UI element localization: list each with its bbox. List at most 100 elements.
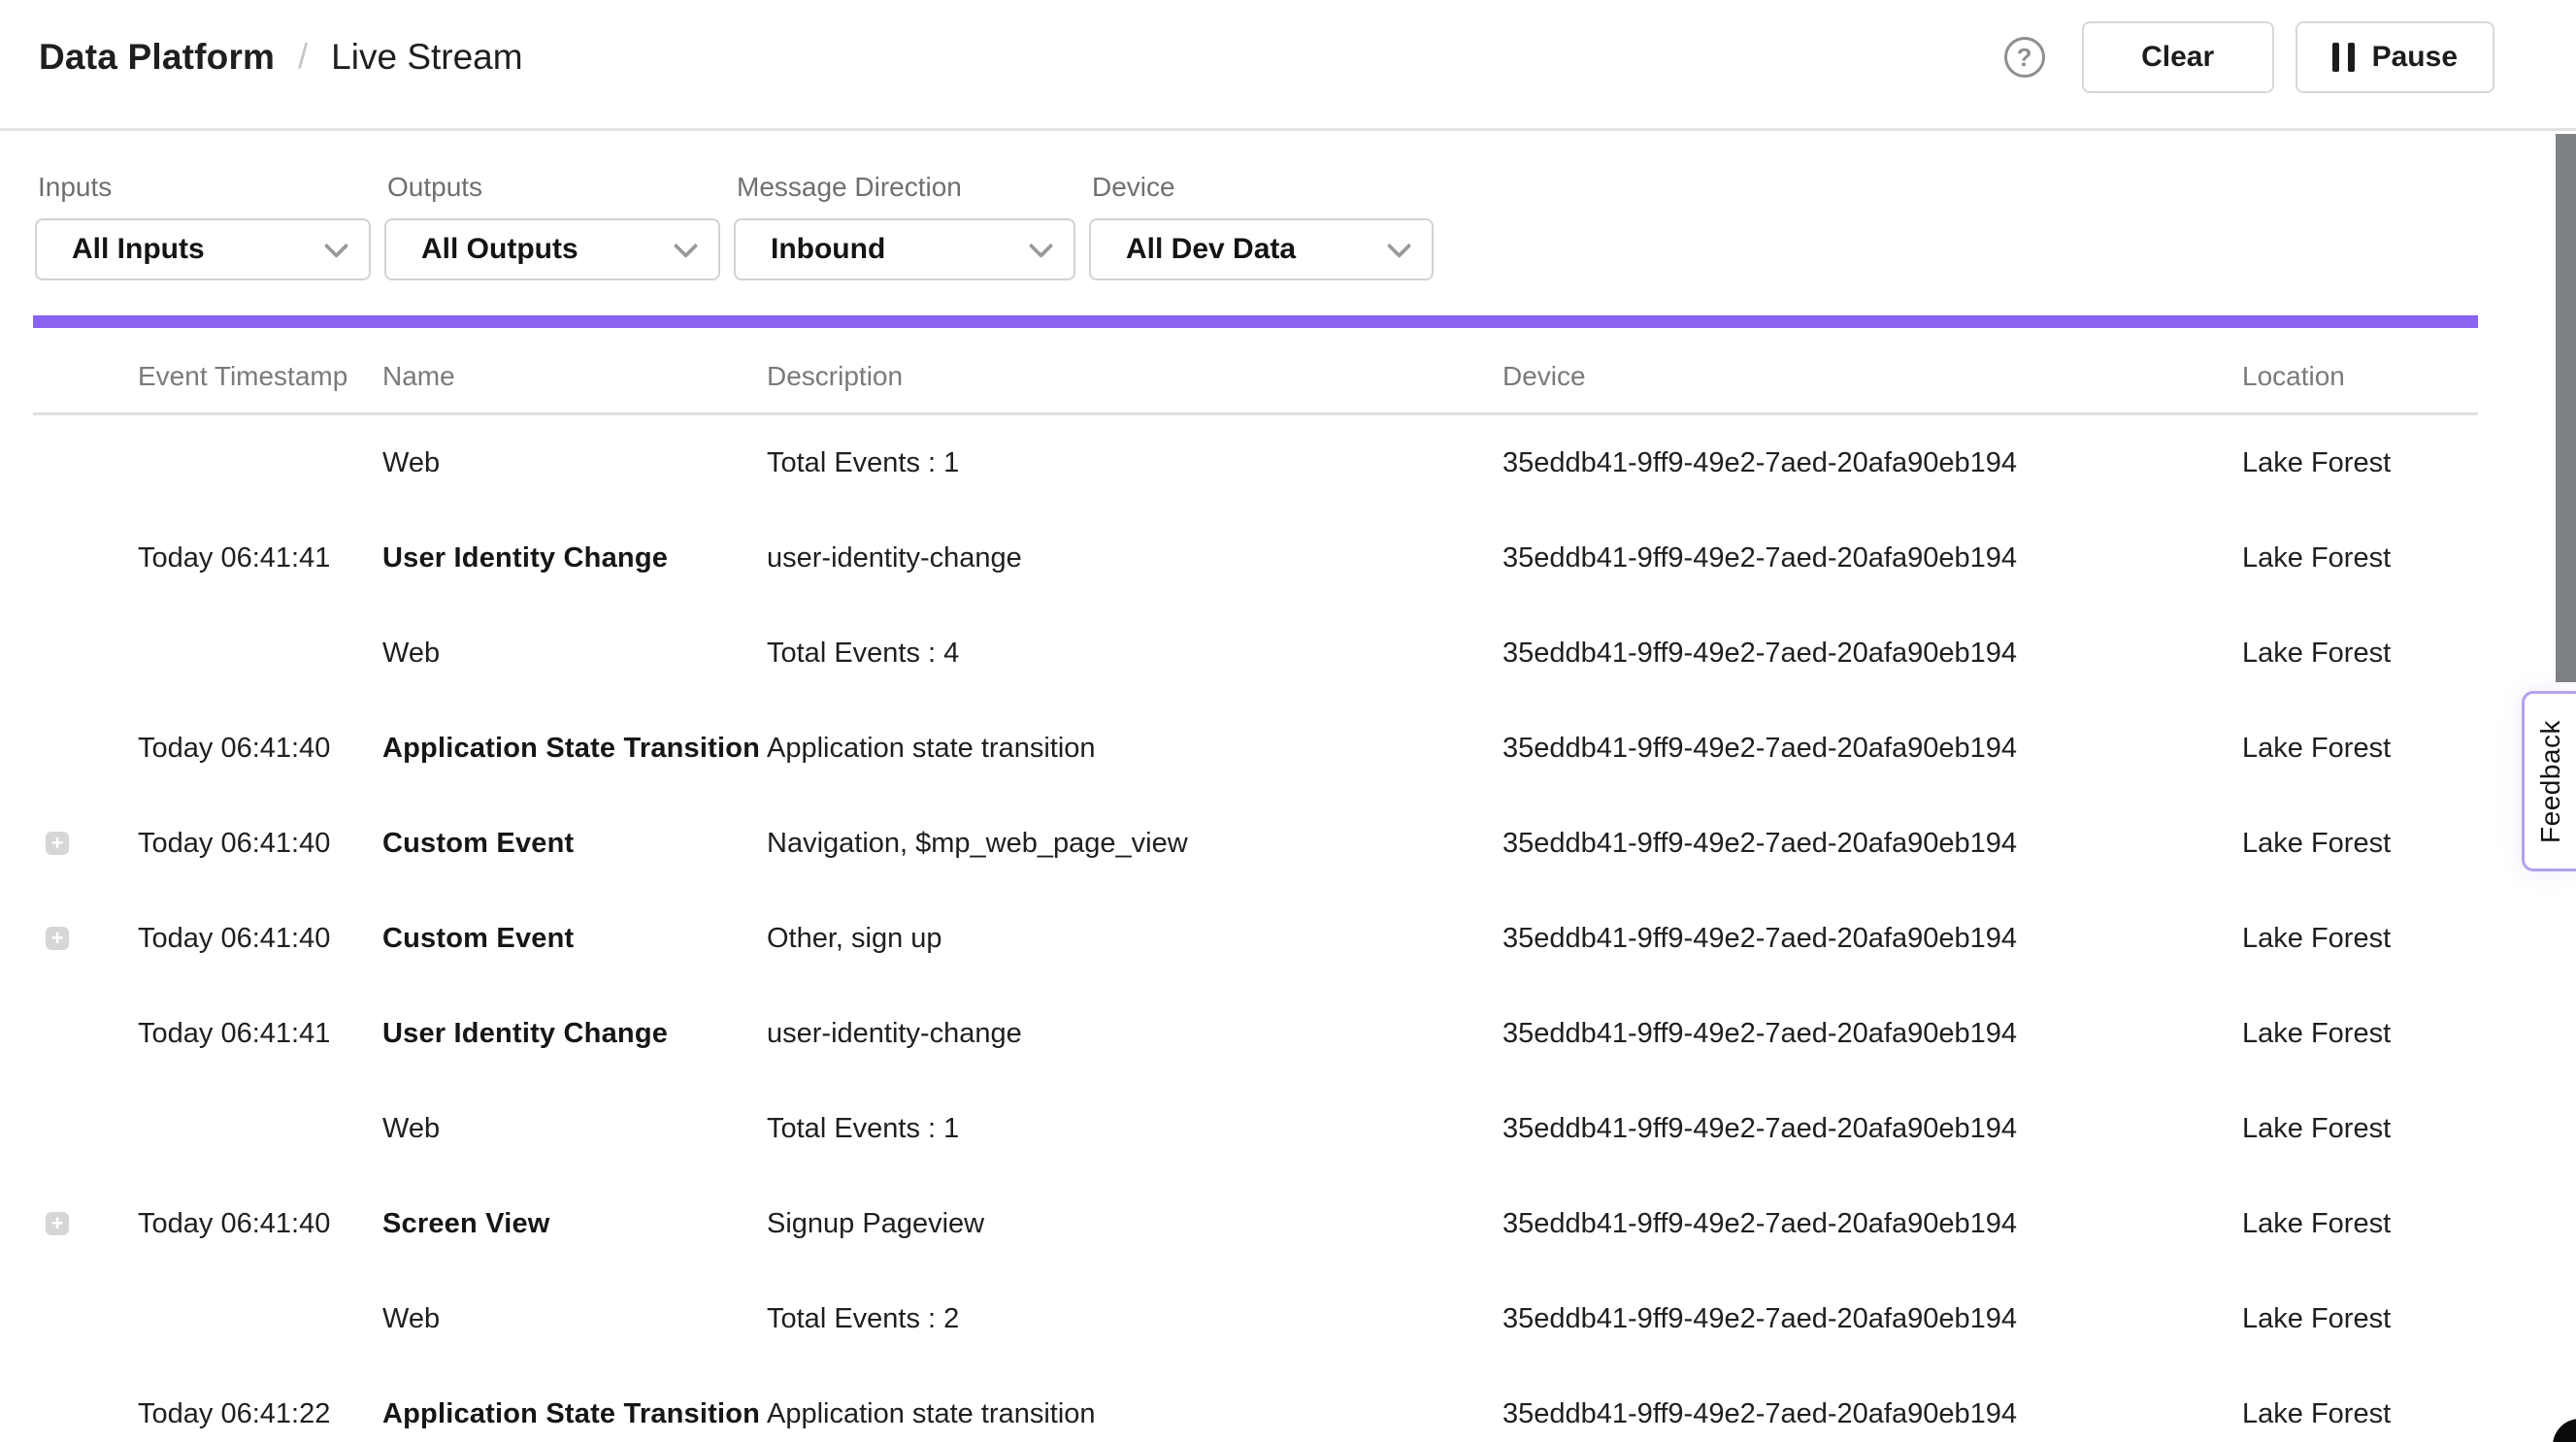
- table-row[interactable]: Today 06:41:41User Identity Changeuser-i…: [33, 510, 2478, 606]
- chevron-down-icon: [674, 234, 698, 258]
- cell-name: Web: [382, 447, 767, 479]
- table-body: WebTotal Events : 135eddb41-9ff9-49e2-7a…: [33, 415, 2478, 1442]
- filter-message-direction: Message Direction Inbound: [734, 174, 1075, 315]
- cell-event-timestamp: Today 06:41:40: [138, 828, 382, 860]
- pause-button-label: Pause: [2372, 41, 2458, 74]
- cell-name: Custom Event: [382, 923, 767, 955]
- header-cell-device: Device: [1503, 361, 2242, 392]
- cell-description: user-identity-change: [767, 1018, 1503, 1050]
- cell-location: Lake Forest: [2242, 638, 2478, 670]
- cell-device: 35eddb41-9ff9-49e2-7aed-20afa90eb194: [1503, 1208, 2242, 1240]
- cell-name: User Identity Change: [382, 1018, 767, 1050]
- table-row[interactable]: +Today 06:41:40Screen ViewSignup Pagevie…: [33, 1176, 2478, 1271]
- cell-location: Lake Forest: [2242, 923, 2478, 955]
- cell-location: Lake Forest: [2242, 1208, 2478, 1240]
- cell-description: Other, sign up: [767, 923, 1503, 955]
- pause-button[interactable]: Pause: [2295, 21, 2494, 93]
- cell-device: 35eddb41-9ff9-49e2-7aed-20afa90eb194: [1503, 447, 2242, 479]
- header-buttons: Clear Pause: [2082, 21, 2494, 93]
- expand-row-icon[interactable]: +: [46, 832, 69, 855]
- cell-description: Total Events : 2: [767, 1303, 1503, 1335]
- table-row[interactable]: + Today 06:41:40Custom EventNavigation, $…: [33, 796, 2478, 891]
- help-icon[interactable]: ?: [2004, 37, 2045, 78]
- filter-message-direction-label: Message Direction: [737, 174, 1075, 201]
- table-row[interactable]: WebTotal Events : 235eddb41-9ff9-49e2-7a…: [33, 1271, 2478, 1366]
- clear-button[interactable]: Clear: [2082, 21, 2274, 93]
- cell-location: Lake Forest: [2242, 828, 2478, 860]
- cell-description: Navigation, $mp_web_page_view: [767, 828, 1503, 860]
- breadcrumb-separator: /: [298, 36, 308, 77]
- breadcrumb-section[interactable]: Data Platform: [39, 37, 275, 78]
- message-direction-select[interactable]: Inbound: [734, 218, 1075, 280]
- table-row[interactable]: Today 06:41:41User Identity Changeuser-i…: [33, 986, 2478, 1081]
- cell-name: User Identity Change: [382, 542, 767, 574]
- outputs-select[interactable]: All Outputs: [384, 218, 720, 280]
- cell-event-timestamp: Today 06:41:40: [138, 1208, 382, 1240]
- cell-event-timestamp: Today 06:41:41: [138, 542, 382, 574]
- chevron-down-icon: [1387, 234, 1411, 258]
- chat-launcher-button[interactable]: [2553, 1419, 2576, 1442]
- inputs-select[interactable]: All Inputs: [35, 218, 371, 280]
- table-row[interactable]: WebTotal Events : 435eddb41-9ff9-49e2-7a…: [33, 606, 2478, 701]
- cell-event-timestamp: Today 06:41:40: [138, 923, 382, 955]
- message-direction-select-value: Inbound: [771, 233, 885, 266]
- live-stream-table: Event Timestamp Name Description Device …: [33, 328, 2478, 1442]
- cell-description: Total Events : 4: [767, 638, 1503, 670]
- cell-description: Total Events : 1: [767, 1113, 1503, 1145]
- cell-device: 35eddb41-9ff9-49e2-7aed-20afa90eb194: [1503, 542, 2242, 574]
- table-row[interactable]: Today 06:41:22Application State Transiti…: [33, 1366, 2478, 1442]
- clear-button-label: Clear: [2141, 41, 2214, 74]
- feedback-tab[interactable]: Feedback: [2522, 691, 2576, 871]
- cell-device: 35eddb41-9ff9-49e2-7aed-20afa90eb194: [1503, 828, 2242, 860]
- filter-outputs-label: Outputs: [387, 174, 720, 201]
- header-cell-event-timestamp: Event Timestamp: [138, 361, 382, 392]
- table-row[interactable]: WebTotal Events : 135eddb41-9ff9-49e2-7a…: [33, 415, 2478, 510]
- table-row[interactable]: Today 06:41:40Application State Transiti…: [33, 701, 2478, 796]
- app-header: Data Platform / Live Stream ? Clear Paus…: [0, 0, 2576, 131]
- cell-location: Lake Forest: [2242, 1018, 2478, 1050]
- cell-event-timestamp: Today 06:41:41: [138, 1018, 382, 1050]
- cell-name: Custom Event: [382, 828, 767, 860]
- cell-location: Lake Forest: [2242, 733, 2478, 765]
- filter-device-label: Device: [1092, 174, 1434, 201]
- cell-device: 35eddb41-9ff9-49e2-7aed-20afa90eb194: [1503, 733, 2242, 765]
- cell-device: 35eddb41-9ff9-49e2-7aed-20afa90eb194: [1503, 923, 2242, 955]
- expand-cell: +: [33, 927, 138, 950]
- header-cell-location: Location: [2242, 361, 2478, 392]
- cell-description: Application state transition: [767, 1398, 1503, 1430]
- header-actions: ? Clear Pause: [2004, 21, 2494, 93]
- cell-device: 35eddb41-9ff9-49e2-7aed-20afa90eb194: [1503, 1398, 2242, 1430]
- cell-description: Application state transition: [767, 733, 1503, 765]
- cell-device: 35eddb41-9ff9-49e2-7aed-20afa90eb194: [1503, 1018, 2242, 1050]
- vertical-scrollbar[interactable]: [2556, 134, 2576, 682]
- inputs-select-value: All Inputs: [72, 233, 205, 266]
- cell-description: Total Events : 1: [767, 447, 1503, 479]
- cell-name: Screen View: [382, 1208, 767, 1240]
- expand-row-icon[interactable]: +: [46, 1212, 69, 1235]
- header-cell-description: Description: [767, 361, 1503, 392]
- breadcrumb: Data Platform / Live Stream: [39, 37, 523, 78]
- cell-name: Application State Transition: [382, 1398, 767, 1430]
- cell-location: Lake Forest: [2242, 542, 2478, 574]
- table-row[interactable]: WebTotal Events : 135eddb41-9ff9-49e2-7a…: [33, 1081, 2478, 1176]
- filter-bar: Inputs All Inputs Outputs All Outputs Me…: [0, 131, 2576, 315]
- filter-inputs: Inputs All Inputs: [35, 174, 371, 315]
- chevron-down-icon: [324, 234, 348, 258]
- filter-device: Device All Dev Data: [1089, 174, 1434, 315]
- cell-name: Web: [382, 1303, 767, 1335]
- cell-location: Lake Forest: [2242, 1113, 2478, 1145]
- cell-name: Web: [382, 638, 767, 670]
- stream-progress-bar: [33, 315, 2478, 328]
- feedback-tab-label: Feedback: [2535, 720, 2566, 843]
- header-cell-name: Name: [382, 361, 767, 392]
- cell-event-timestamp: Today 06:41:40: [138, 733, 382, 765]
- cell-location: Lake Forest: [2242, 1303, 2478, 1335]
- page-title: Live Stream: [331, 37, 522, 78]
- table-row[interactable]: + Today 06:41:40Custom EventOther, sign u…: [33, 891, 2478, 986]
- expand-cell: +: [33, 832, 138, 855]
- device-select-value: All Dev Data: [1126, 233, 1296, 266]
- filter-outputs: Outputs All Outputs: [384, 174, 720, 315]
- device-select[interactable]: All Dev Data: [1089, 218, 1434, 280]
- table-header-row: Event Timestamp Name Description Device …: [33, 328, 2478, 415]
- expand-row-icon[interactable]: +: [46, 927, 69, 950]
